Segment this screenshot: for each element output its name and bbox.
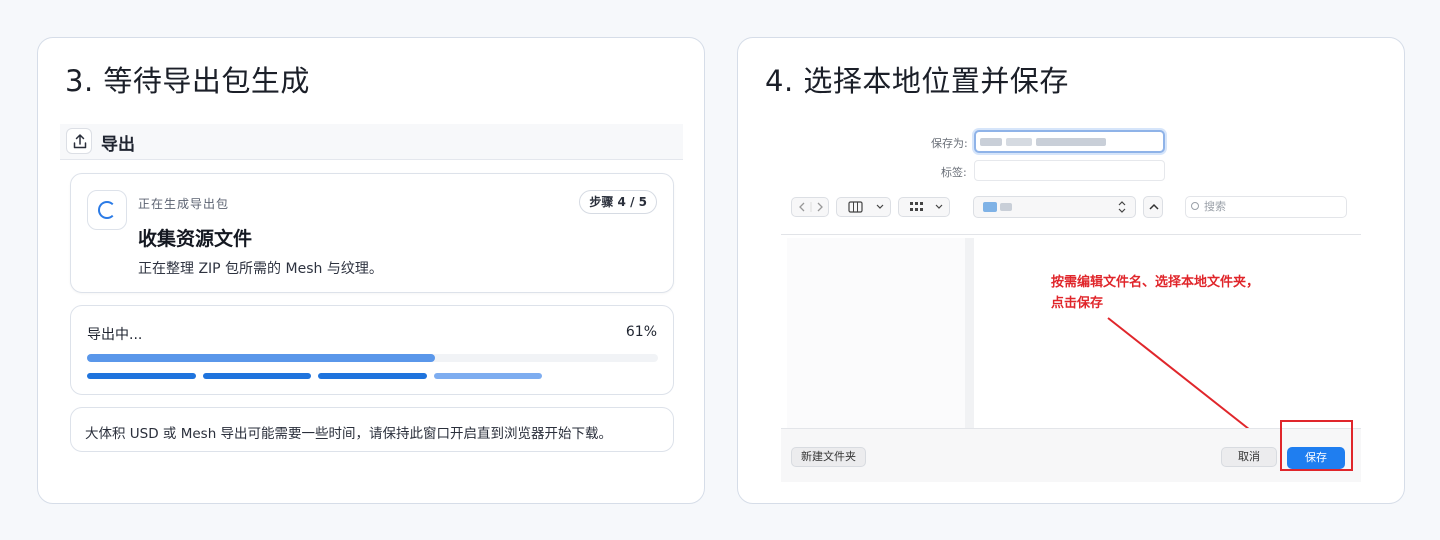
step-segment bbox=[433, 373, 543, 379]
status-title: 收集资源文件 bbox=[138, 228, 253, 250]
step3-title: 3. 等待导出包生成 bbox=[65, 64, 310, 98]
spinner-icon bbox=[98, 201, 116, 219]
progress-bar bbox=[87, 354, 658, 362]
progress-percent: 61% bbox=[625, 324, 657, 340]
step-badge: 步骤 4 / 5 bbox=[579, 190, 657, 214]
step3-panel: 3. 等待导出包生成 导出 正在生成导出包 步骤 4 / 5 收集资源文件 正在… bbox=[37, 37, 705, 504]
step-segment bbox=[318, 373, 427, 379]
step-segments bbox=[87, 373, 658, 379]
note-text: 大体积 USD 或 Mesh 导出可能需要一些时间，请保持此窗口开启直到浏览器开… bbox=[85, 426, 613, 442]
upload-icon[interactable] bbox=[66, 128, 92, 154]
step4-panel: 4. 选择本地位置并保存 保存为: 标签: 搜索 按需编辑文件名、选择本地文件夹… bbox=[737, 37, 1405, 504]
dialog-bottom-bar: 新建文件夹 取消 保存 bbox=[781, 428, 1361, 482]
progress-bar-fill bbox=[87, 354, 436, 362]
export-status-card: 正在生成导出包 步骤 4 / 5 收集资源文件 正在整理 ZIP 包所需的 Me… bbox=[70, 173, 674, 293]
new-folder-button[interactable]: 新建文件夹 bbox=[791, 447, 866, 467]
note-card: 大体积 USD 或 Mesh 导出可能需要一些时间，请保持此窗口开启直到浏览器开… bbox=[70, 407, 674, 452]
step4-title: 4. 选择本地位置并保存 bbox=[765, 64, 1069, 98]
spinner-container bbox=[87, 190, 127, 230]
progress-label: 导出中... bbox=[87, 327, 143, 343]
status-subtitle: 正在生成导出包 bbox=[138, 197, 230, 211]
step-segment bbox=[202, 373, 312, 379]
export-header: 导出 bbox=[60, 124, 683, 160]
save-highlight-box bbox=[1280, 420, 1353, 471]
status-description: 正在整理 ZIP 包所需的 Mesh 与纹理。 bbox=[138, 261, 383, 277]
step-segment bbox=[87, 373, 196, 379]
export-label: 导出 bbox=[101, 135, 135, 155]
cancel-button[interactable]: 取消 bbox=[1221, 447, 1277, 467]
save-dialog: 保存为: 标签: 搜索 按需编辑文件名、选择本地文件夹， 点击保存 新建文件夹 … bbox=[781, 122, 1361, 482]
progress-card: 导出中... 61% bbox=[70, 305, 674, 395]
